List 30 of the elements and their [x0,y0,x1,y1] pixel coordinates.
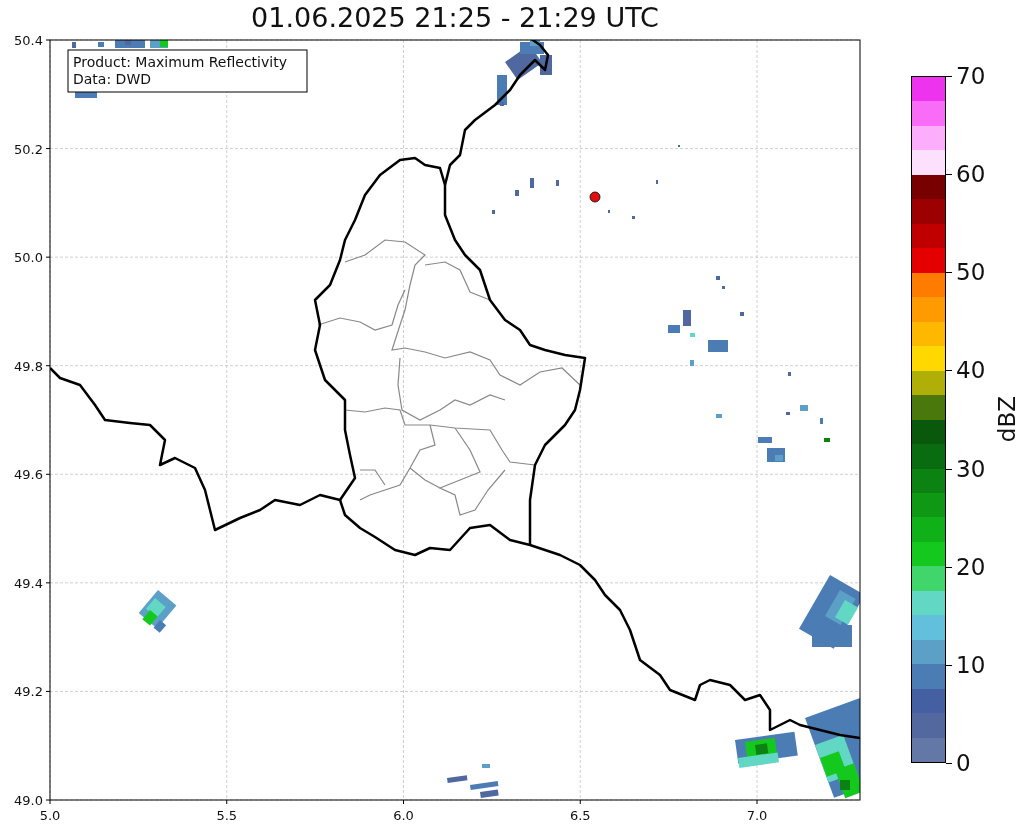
colorbar-tick-label: 30 [956,457,986,481]
y-tick-label: 49.2 [14,684,43,700]
x-tick-label: 5.5 [216,808,238,823]
colorbar-tick-label: 20 [956,555,986,579]
colorbar-tick-label: 70 [956,64,986,88]
radar-echo [497,40,552,106]
y-tick-label: 50.4 [14,33,43,48]
radar-echo [447,764,499,798]
radar-echo [735,731,798,768]
y-tick-label: 49.6 [14,467,43,483]
x-tick-label: 5.0 [39,808,61,823]
colorbar-tick-label: 40 [956,358,986,382]
colorbar-tick-label: 50 [956,260,986,284]
colorbar-tick-label: 10 [956,653,986,677]
info-text: Product: Maximum Reflectivity [73,54,287,70]
y-tick-label: 49.0 [14,793,43,808]
location-marker [589,191,601,203]
y-tick-label: 50.0 [14,250,43,266]
info-text: Data: DWD [73,71,151,87]
x-tick-label: 7.0 [746,808,768,823]
radar-echo [138,590,177,633]
y-tick-label: 49.4 [14,575,43,591]
y-tick-label: 49.8 [14,358,43,374]
chart-title: 01.06.2025 21:25 - 21:29 UTC [250,0,660,32]
y-tick-label: 50.2 [14,141,43,157]
colorbar-tick-label: 0 [956,751,971,775]
x-tick-label: 6.5 [569,808,591,823]
colorbar-label: dBZ [994,396,1020,443]
colorbar-tick-label: 60 [956,162,986,186]
x-tick-label: 6.0 [393,808,414,823]
